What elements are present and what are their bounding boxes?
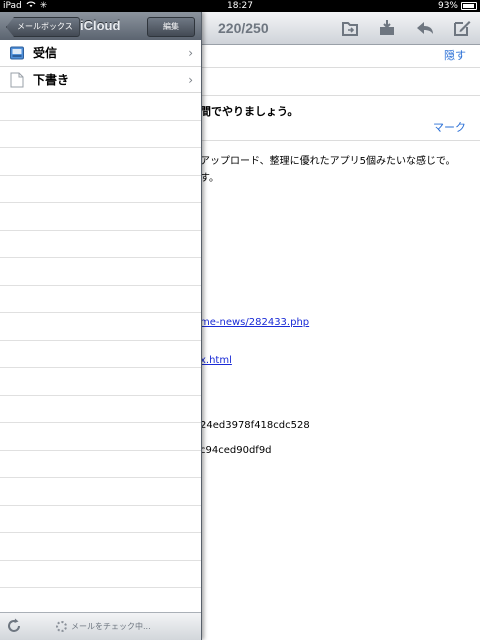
empty-row (0, 258, 201, 286)
body-text: アップロード、整理に優れたアプリ5個みたいな感じで。 (200, 156, 456, 167)
empty-row (0, 341, 201, 368)
body-text: 24ed3978f418cdc528 (200, 420, 310, 431)
empty-row (0, 506, 201, 533)
mailbox-item-drafts[interactable]: 下書き › (0, 67, 201, 93)
body-link[interactable]: me-news/282433.php (200, 317, 309, 328)
empty-row (0, 176, 201, 203)
battery-icon (461, 2, 477, 10)
mailbox-label: 受信 (33, 46, 58, 60)
mailbox-list: 受信 › 下書き › (0, 40, 201, 620)
drafts-icon (10, 72, 24, 88)
reply-icon[interactable] (415, 18, 435, 38)
archive-box-icon[interactable] (377, 18, 397, 38)
mailbox-item-inbox[interactable]: 受信 › (0, 40, 201, 67)
account-title: iCloud (80, 18, 121, 33)
mailbox-label: 下書き (33, 72, 70, 87)
empty-row (0, 423, 201, 451)
empty-row (0, 231, 201, 258)
folder-move-icon[interactable] (340, 18, 360, 38)
chevron-right-icon: › (188, 46, 193, 60)
battery-percent: 93% (437, 1, 458, 11)
empty-row (0, 396, 201, 423)
hide-details-link[interactable]: 隠す (444, 47, 466, 63)
empty-row (0, 148, 201, 176)
popover-header: メールボックス iCloud 編集 (0, 12, 201, 41)
empty-row (0, 451, 201, 478)
edit-button[interactable]: 編集 (147, 17, 195, 37)
inbox-icon (10, 45, 24, 61)
empty-row (0, 93, 201, 121)
mailboxes-back-button[interactable]: メールボックス (6, 17, 80, 37)
chevron-right-icon: › (188, 72, 193, 87)
email-subject: 間でやりましょう。 (200, 105, 299, 118)
mark-link[interactable]: マーク (433, 119, 466, 135)
refresh-icon[interactable] (6, 618, 22, 634)
clock: 18:27 (227, 1, 253, 11)
body-text: す。 (200, 173, 219, 184)
empty-row (0, 478, 201, 506)
body-text: c94ced90df9d (200, 445, 272, 456)
status-bar: iPad ✳ 18:27 93% (0, 0, 480, 12)
empty-row (0, 313, 201, 341)
empty-row (0, 368, 201, 396)
popover-footer: メールをチェック中... (0, 612, 201, 640)
checking-mail-status: メールをチェック中... (71, 622, 151, 631)
loading-spinner-icon (56, 621, 67, 632)
compose-icon[interactable] (452, 18, 472, 38)
empty-row (0, 533, 201, 561)
mailbox-popover: メールボックス iCloud 編集 受信 › 下書き › メールをチェック中..… (0, 12, 202, 640)
empty-row (0, 286, 201, 313)
message-counter: 220/250 (218, 20, 269, 36)
body-link[interactable]: x.html (200, 355, 232, 366)
empty-row (0, 121, 201, 148)
empty-row (0, 561, 201, 588)
empty-row (0, 203, 201, 231)
